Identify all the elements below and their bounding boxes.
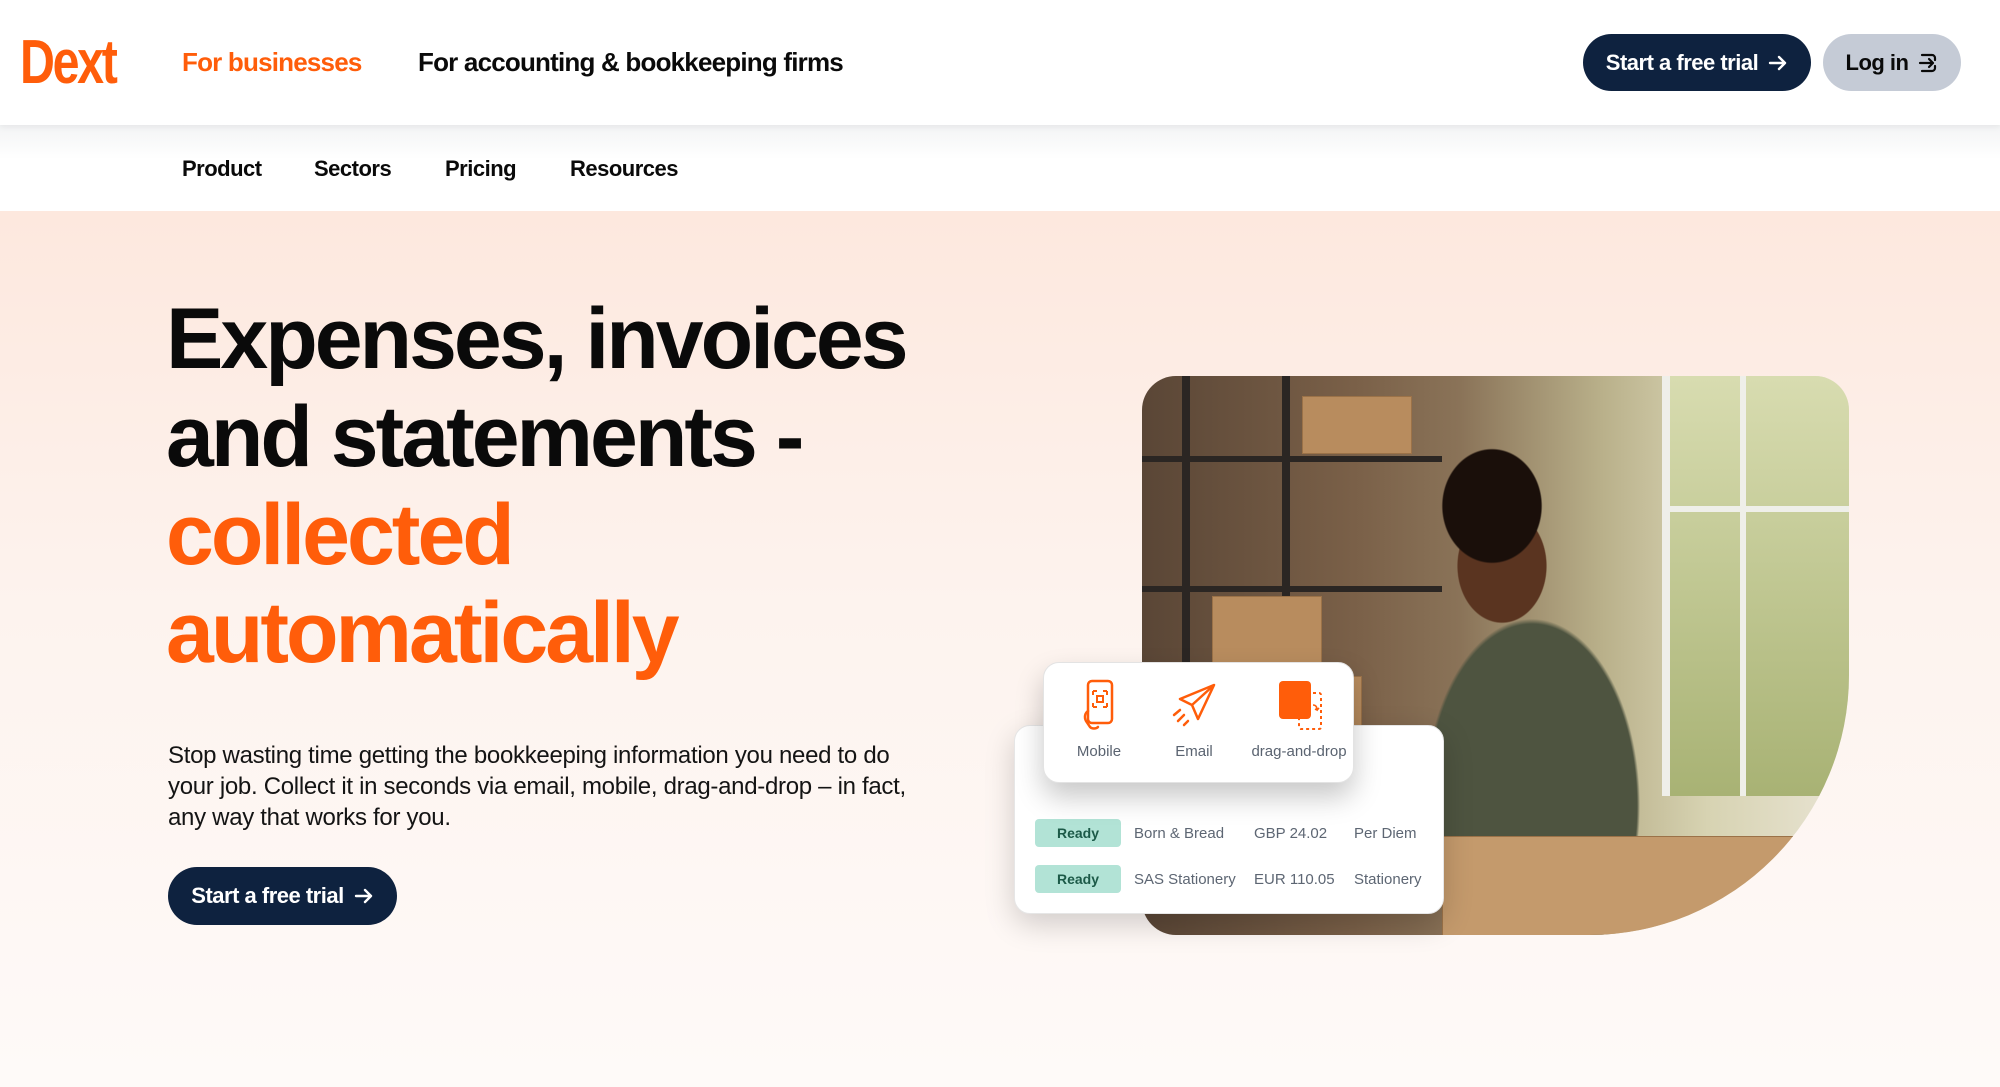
header-start-trial-label: Start a free trial — [1605, 49, 1759, 75]
document-row[interactable]: Ready SAS Stationery EUR 110.05 Statione… — [1035, 864, 1433, 894]
photo-shelf — [1142, 586, 1442, 592]
headline-line-1: Expenses, invoices — [166, 291, 909, 387]
login-button[interactable]: Log in — [1823, 34, 1961, 91]
headline-line-3: collected — [166, 487, 515, 583]
login-label: Log in — [1845, 49, 1909, 75]
arrow-right-icon — [354, 888, 372, 904]
status-badge: Ready — [1035, 865, 1121, 893]
headline-line-4: automatically — [166, 585, 680, 681]
nav-for-businesses[interactable]: For businesses — [182, 46, 362, 78]
hero-lead-paragraph: Stop wasting time getting the bookkeepin… — [168, 742, 906, 831]
document-category: Per Diem — [1354, 824, 1417, 842]
capture-method-mobile: Mobile — [1049, 677, 1149, 760]
hero-start-trial-label: Start a free trial — [191, 883, 344, 908]
login-icon — [1919, 53, 1937, 72]
capture-method-email: Email — [1144, 677, 1244, 760]
hero-start-trial-button[interactable]: Start a free trial — [168, 867, 397, 925]
photo-box — [1302, 396, 1412, 454]
capture-method-drag-drop: drag-and-drop — [1244, 677, 1354, 760]
mobile-scan-icon — [1083, 679, 1114, 730]
headline-line-2: and statements - — [166, 389, 804, 485]
photo-shelf — [1142, 456, 1442, 462]
photo-window — [1662, 376, 1849, 796]
document-vendor: Born & Bread — [1134, 824, 1225, 842]
method-label: Mobile — [1076, 743, 1122, 760]
capture-methods-card: Mobile Email drag-and-drop — [1043, 662, 1354, 783]
method-label: Email — [1175, 743, 1213, 760]
nav-for-accounting-firms[interactable]: For accounting & bookkeeping firms — [418, 46, 844, 78]
arrow-right-icon — [1769, 55, 1787, 70]
subnav-pricing[interactable]: Pricing — [445, 156, 517, 182]
hero-headline: Expenses, invoices and statements - coll… — [166, 290, 909, 682]
photo-parcel — [1442, 836, 1849, 935]
header-start-trial-button[interactable]: Start a free trial — [1583, 34, 1811, 91]
dext-logo[interactable]: Dext — [20, 28, 118, 98]
subnav-sectors[interactable]: Sectors — [314, 156, 392, 182]
method-label: drag-and-drop — [1251, 743, 1347, 760]
document-amount: GBP 24.02 — [1254, 824, 1328, 842]
paper-plane-icon — [1172, 683, 1216, 727]
document-row[interactable]: Ready Born & Bread GBP 24.02 Per Diem — [1035, 818, 1433, 848]
document-vendor: SAS Stationery — [1134, 870, 1236, 888]
subnav-product[interactable]: Product — [182, 156, 262, 182]
drag-drop-icon — [1279, 681, 1322, 730]
subnav-resources[interactable]: Resources — [570, 156, 679, 182]
document-amount: EUR 110.05 — [1254, 870, 1335, 888]
top-header: Dext For businesses For accounting & boo… — [0, 0, 2000, 125]
status-badge: Ready — [1035, 819, 1121, 847]
sub-navigation: Product Sectors Pricing Resources — [0, 125, 2000, 211]
document-category: Stationery — [1354, 870, 1422, 888]
documents-list: Ready Born & Bread GBP 24.02 Per Diem Re… — [1035, 818, 1433, 910]
